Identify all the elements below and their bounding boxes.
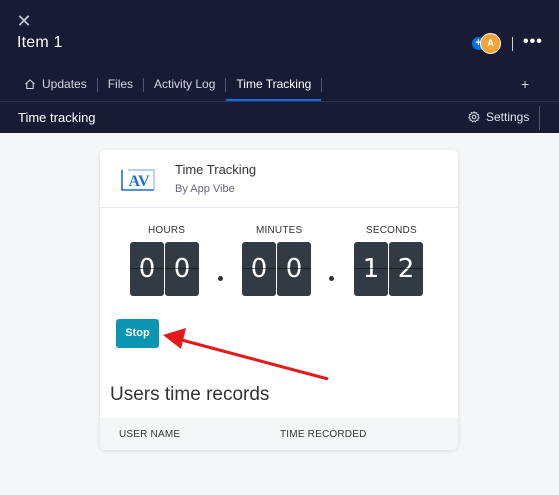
subscribers-avatars[interactable]: + A <box>472 33 502 55</box>
tab-time-tracking[interactable]: Time Tracking <box>226 72 322 101</box>
tab-label: Activity Log <box>154 77 216 91</box>
avatar[interactable]: A <box>480 33 501 54</box>
hours-digit: 0 <box>165 242 199 296</box>
minutes-digit: 0 <box>242 242 276 296</box>
minutes-digit: 0 <box>277 242 311 296</box>
divider <box>512 37 513 51</box>
records-table-header: USER NAME TIME RECORDED <box>100 418 458 450</box>
app-vendor: By App Vibe <box>175 183 235 195</box>
item-header: ✕ Item 1 + A ••• Updates Files Activity … <box>0 0 559 101</box>
tab-label: Time Tracking <box>236 77 312 91</box>
tab-bar: Updates Files Activity Log Time Tracking <box>14 72 323 101</box>
tab-divider <box>321 78 323 92</box>
close-icon[interactable]: ✕ <box>15 12 33 30</box>
app-name: Time Tracking <box>175 162 257 177</box>
stop-button[interactable]: Stop <box>116 319 159 348</box>
column-header-user-name[interactable]: USER NAME <box>119 429 180 440</box>
more-options-icon[interactable]: ••• <box>523 34 543 50</box>
item-title[interactable]: Item 1 <box>17 34 63 52</box>
view-toolbar: Time tracking Settings <box>0 101 559 133</box>
seconds-digit: 2 <box>389 242 423 296</box>
gear-icon <box>468 111 480 123</box>
hours-digit: 0 <box>130 242 164 296</box>
column-header-time-recorded[interactable]: TIME RECORDED <box>280 429 367 440</box>
seconds-digit: 1 <box>354 242 388 296</box>
tab-label: Files <box>107 77 134 91</box>
home-icon <box>25 79 35 90</box>
logo-text: AV <box>128 173 149 190</box>
time-tracking-widget: AV Time Tracking By App Vibe HOURS MINUT… <box>100 150 458 450</box>
minutes-label: MINUTES <box>256 225 303 236</box>
tab-updates[interactable]: Updates <box>14 72 97 101</box>
app-header: AV Time Tracking By App Vibe <box>100 150 458 208</box>
hours-label: HOURS <box>148 225 186 236</box>
tab-files[interactable]: Files <box>98 72 143 101</box>
tab-label: Updates <box>42 77 87 91</box>
separator-dot <box>218 276 223 281</box>
view-title: Time tracking <box>18 110 96 125</box>
divider <box>539 106 540 130</box>
app-vibe-logo: AV <box>121 169 155 191</box>
tab-activity-log[interactable]: Activity Log <box>144 72 225 101</box>
add-view-icon[interactable]: + <box>521 77 529 91</box>
records-title: Users time records <box>110 384 270 405</box>
settings-label: Settings <box>486 110 530 124</box>
settings-button[interactable]: Settings <box>468 110 529 124</box>
seconds-label: SECONDS <box>366 225 417 236</box>
separator-dot <box>329 276 334 281</box>
